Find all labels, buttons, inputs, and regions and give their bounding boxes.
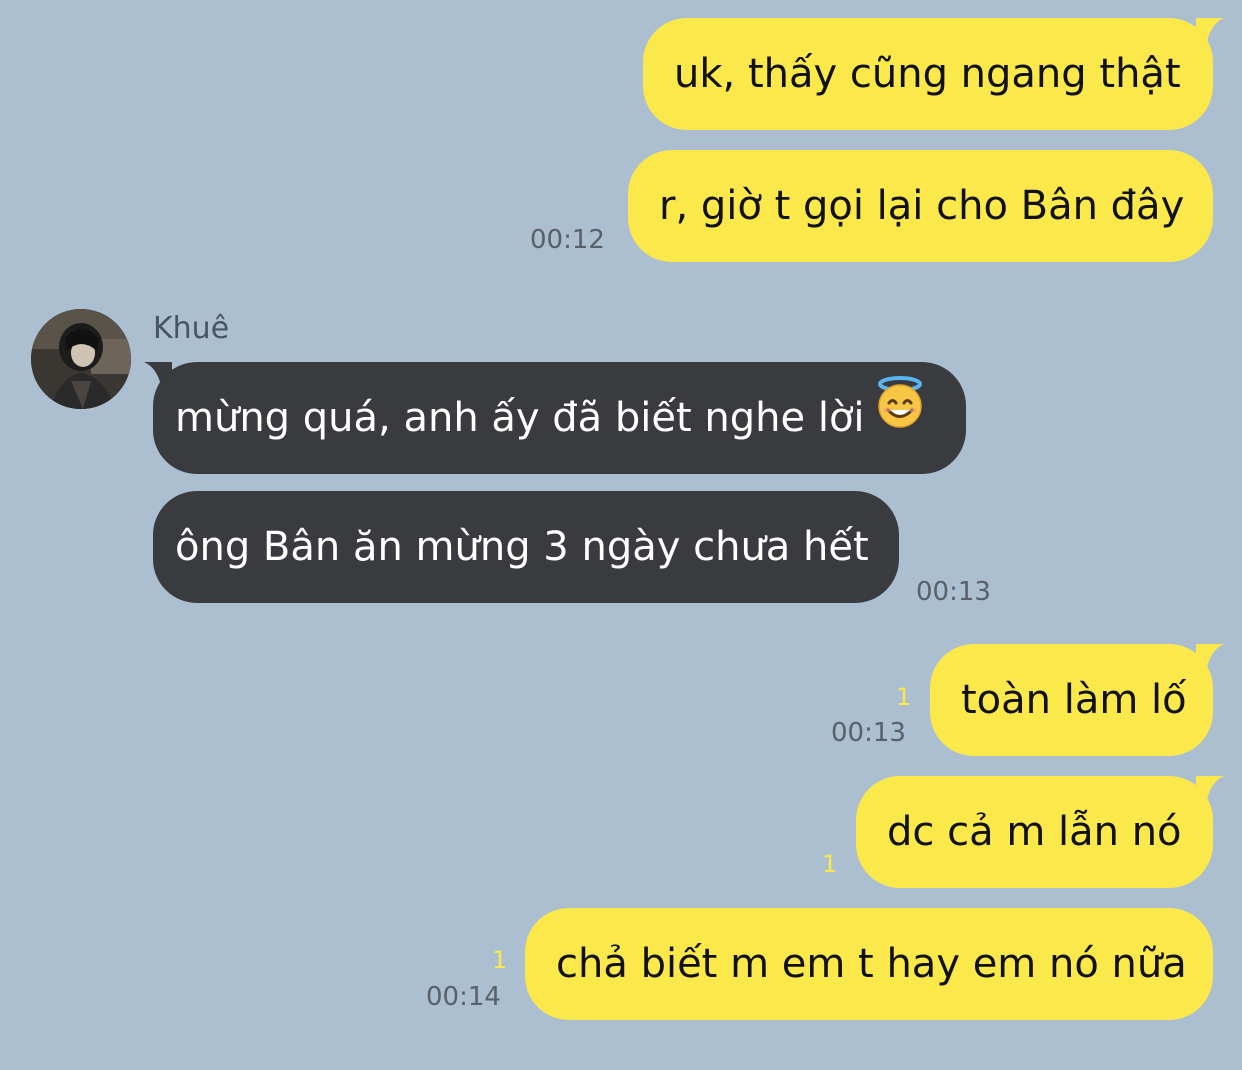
message-timestamp: 00:12 [530, 225, 605, 255]
message-text: dc cả m lẫn nó [887, 809, 1182, 855]
avatar[interactable] [31, 309, 131, 409]
unread-count: 1 [822, 850, 838, 878]
message-timestamp: 00:13 [831, 718, 906, 748]
smiling-face-with-halo-icon [873, 360, 927, 472]
message-bubble-incoming[interactable]: mừng quá, anh ấy đã biết nghe lời [153, 362, 966, 474]
message-text: ông Bân ăn mừng 3 ngày chưa hết [175, 524, 869, 570]
message-timestamp: 00:13 [916, 577, 991, 607]
message-text: chả biết m em t hay em nó nữa [556, 941, 1187, 987]
message-bubble-outgoing[interactable]: r, giờ t gọi lại cho Bân đây [628, 150, 1213, 262]
bubble-tail [1196, 18, 1224, 46]
message-text: toàn làm lố [961, 677, 1187, 723]
unread-count: 1 [492, 946, 508, 974]
avatar-photo-icon [31, 309, 131, 409]
message-bubble-outgoing[interactable]: dc cả m lẫn nó [856, 776, 1213, 888]
message-text: mừng quá, anh ấy đã biết nghe lời [175, 395, 865, 441]
unread-count: 1 [896, 683, 912, 711]
message-timestamp: 00:14 [426, 982, 501, 1012]
message-bubble-outgoing[interactable]: toàn làm lố [930, 644, 1213, 756]
message-text: r, giờ t gọi lại cho Bân đây [659, 183, 1185, 229]
message-bubble-outgoing[interactable]: chả biết m em t hay em nó nữa [525, 908, 1213, 1020]
message-text: uk, thấy cũng ngang thật [674, 51, 1181, 97]
sender-name: Khuê [153, 311, 230, 346]
message-bubble-outgoing[interactable]: uk, thấy cũng ngang thật [643, 18, 1213, 130]
message-bubble-incoming[interactable]: ông Bân ăn mừng 3 ngày chưa hết [153, 491, 899, 603]
